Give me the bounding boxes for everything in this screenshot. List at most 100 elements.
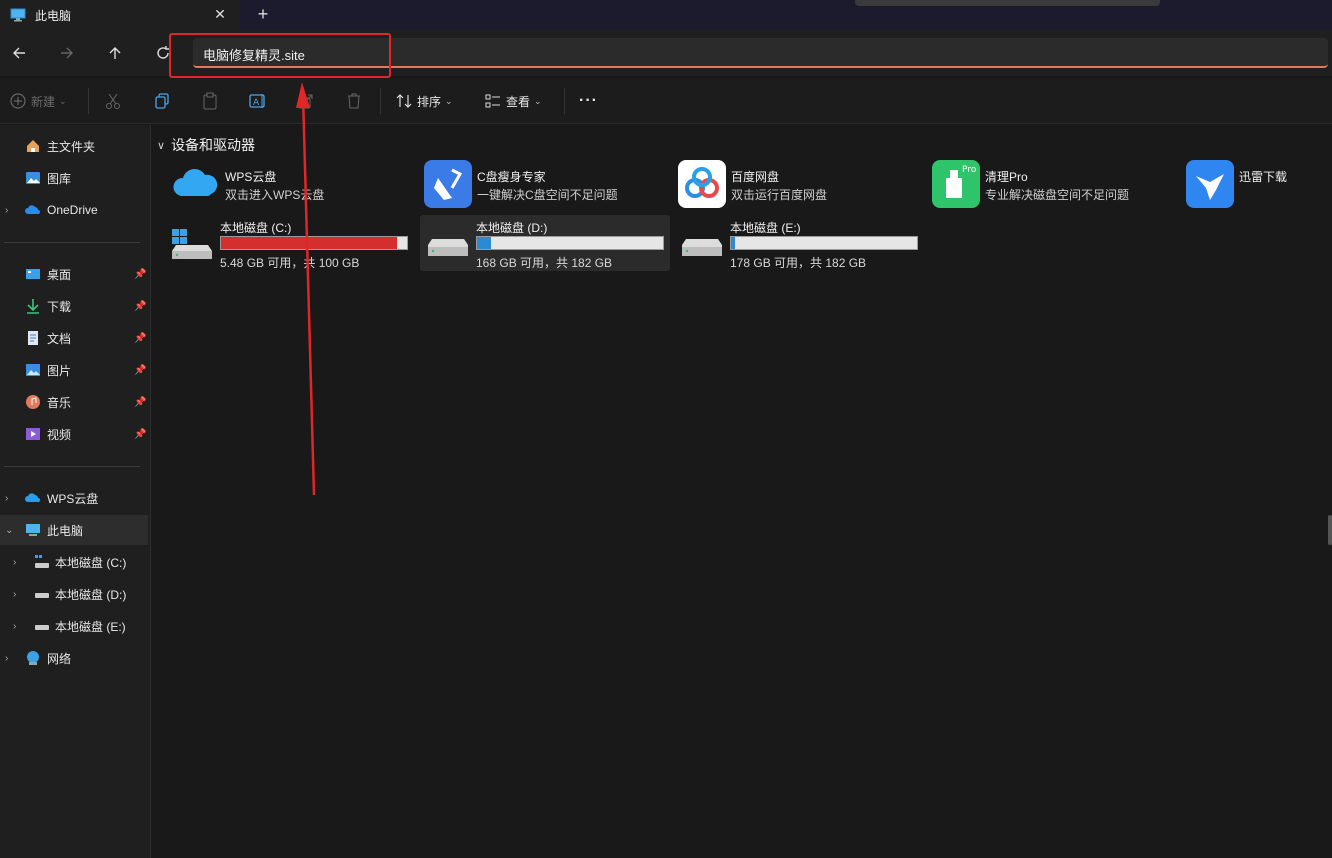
tab-title: 此电脑 xyxy=(35,8,72,23)
chevron-down-icon: ⌄ xyxy=(59,95,67,106)
sidebar-item-label: 下载 xyxy=(47,299,72,314)
wps-cloud-icon xyxy=(25,490,41,506)
sort-button[interactable]: 排序 ⌄ xyxy=(396,90,453,112)
forward-arrow-icon xyxy=(61,47,73,59)
drive-icon xyxy=(34,618,50,634)
title-bar: 此电脑 ✕ + xyxy=(0,0,1332,30)
drive-name: 本地磁盘 (D:) xyxy=(476,221,548,235)
sidebar-item-desktop[interactable]: 桌面 📌 xyxy=(0,259,148,289)
share-button[interactable] xyxy=(297,90,315,112)
pin-icon[interactable]: 📌 xyxy=(134,333,146,344)
sidebar-item-label: 网络 xyxy=(47,651,72,666)
back-button[interactable] xyxy=(6,40,32,66)
more-options-button[interactable]: ··· xyxy=(579,90,598,112)
trash-icon xyxy=(348,93,360,109)
toolbar-separator xyxy=(88,88,89,114)
sidebar-item-pictures[interactable]: 图片 📌 xyxy=(0,355,148,385)
drive-free-space: 5.48 GB 可用，共 100 GB xyxy=(220,256,360,270)
app-wps-cloud[interactable]: WPS云盘 双击进入WPS云盘 xyxy=(172,160,412,210)
document-icon xyxy=(25,330,41,346)
sidebar-item-label: 本地磁盘 (D:) xyxy=(55,587,127,602)
broom-icon xyxy=(424,160,472,208)
app-c-slim[interactable]: C盘瘦身专家 一键解决C盘空间不足问题 xyxy=(424,160,664,210)
app-name: 清理Pro xyxy=(985,170,1028,184)
new-tab-button[interactable]: + xyxy=(252,3,274,25)
drive-icon xyxy=(680,229,724,259)
rename-button[interactable]: A xyxy=(249,90,267,112)
app-name: C盘瘦身专家 xyxy=(477,170,546,184)
chevron-right-icon[interactable]: › xyxy=(5,653,8,664)
pin-icon[interactable]: 📌 xyxy=(134,301,146,312)
app-baidu-netdisk[interactable]: 百度网盘 双击运行百度网盘 xyxy=(678,160,918,210)
chevron-down-icon: ∨ xyxy=(157,139,166,152)
chevron-down-icon[interactable]: ⌄ xyxy=(5,525,13,536)
music-icon xyxy=(25,394,41,410)
new-button[interactable]: 新建 ⌄ xyxy=(10,90,67,112)
drive-c[interactable]: 本地磁盘 (C:) 5.48 GB 可用，共 100 GB xyxy=(164,215,414,271)
onedrive-cloud-icon xyxy=(25,202,41,218)
cut-button[interactable] xyxy=(104,90,122,112)
home-icon xyxy=(25,138,41,154)
drive-e[interactable]: 本地磁盘 (E:) 178 GB 可用，共 182 GB xyxy=(674,215,924,271)
sidebar-item-videos[interactable]: 视频 📌 xyxy=(0,419,148,449)
wps-cloud-icon xyxy=(172,160,220,208)
svg-text:Pro: Pro xyxy=(962,165,977,175)
paste-button[interactable] xyxy=(201,90,219,112)
chevron-right-icon[interactable]: › xyxy=(13,621,16,632)
drive-icon xyxy=(426,229,470,259)
content-pane: ∨ 设备和驱动器 WPS云盘 双击进入WPS云盘 C盘瘦身专家 一键解决C盘空间… xyxy=(152,125,1332,858)
sidebar-item-home[interactable]: 主文件夹 xyxy=(0,131,148,161)
navigation-pane: 主文件夹 图库 › OneDrive 桌面 📌 下载 📌 文档 📌 图片 📌 音… xyxy=(0,125,151,858)
sidebar-item-network[interactable]: › 网络 xyxy=(0,643,148,673)
chevron-down-icon: ⌄ xyxy=(445,95,453,106)
sidebar-item-onedrive[interactable]: › OneDrive xyxy=(0,195,148,225)
app-thunder[interactable]: 迅雷下载 xyxy=(1186,160,1332,210)
highlight-annotation-box xyxy=(169,33,391,78)
sidebar-item-this-pc[interactable]: ⌄ 此电脑 xyxy=(0,515,148,545)
close-tab-icon[interactable]: ✕ xyxy=(210,4,230,24)
pin-icon[interactable]: 📌 xyxy=(134,365,146,376)
baidu-netdisk-icon xyxy=(678,160,726,208)
chevron-right-icon[interactable]: › xyxy=(5,205,8,216)
sidebar-item-label: 音乐 xyxy=(47,395,72,410)
scrollbar-thumb[interactable] xyxy=(1328,515,1332,545)
view-label: 查看 xyxy=(506,94,531,109)
sidebar-item-gallery[interactable]: 图库 xyxy=(0,163,148,193)
overlay-bar xyxy=(855,0,1160,6)
chevron-right-icon[interactable]: › xyxy=(13,557,16,568)
section-header[interactable]: ∨ 设备和驱动器 xyxy=(157,135,255,155)
view-button[interactable]: 查看 ⌄ xyxy=(485,90,542,112)
sidebar-item-wps-cloud[interactable]: › WPS云盘 xyxy=(0,483,148,513)
chevron-right-icon[interactable]: › xyxy=(5,493,8,504)
pin-icon[interactable]: 📌 xyxy=(134,397,146,408)
back-arrow-icon xyxy=(13,47,25,59)
sidebar-item-drive-d[interactable]: › 本地磁盘 (D:) xyxy=(0,579,148,609)
sidebar-item-downloads[interactable]: 下载 📌 xyxy=(0,291,148,321)
drive-c-icon xyxy=(170,229,214,259)
computer-icon xyxy=(25,522,41,538)
toolbar-separator xyxy=(380,88,381,114)
copy-button[interactable] xyxy=(153,90,171,112)
desktop-icon xyxy=(25,266,41,282)
drive-d[interactable]: 本地磁盘 (D:) 168 GB 可用，共 182 GB xyxy=(420,215,670,271)
up-arrow-icon xyxy=(109,47,121,59)
sidebar-item-drive-e[interactable]: › 本地磁盘 (E:) xyxy=(0,611,148,641)
sidebar-item-drive-c[interactable]: › 本地磁盘 (C:) xyxy=(0,547,148,577)
pin-icon[interactable]: 📌 xyxy=(134,429,146,440)
delete-button[interactable] xyxy=(345,90,363,112)
video-icon xyxy=(25,426,41,442)
forward-button[interactable] xyxy=(54,40,80,66)
up-button[interactable] xyxy=(102,40,128,66)
computer-icon xyxy=(10,8,26,22)
pin-icon[interactable]: 📌 xyxy=(134,269,146,280)
drive-usage-fill xyxy=(731,237,736,249)
chevron-right-icon[interactable]: › xyxy=(13,589,16,600)
sidebar-item-documents[interactable]: 文档 📌 xyxy=(0,323,148,353)
app-cleaner-pro[interactable]: Pro 清理Pro 专业解决磁盘空间不足问题 xyxy=(932,160,1172,210)
thunder-icon xyxy=(1186,160,1234,208)
tab-this-pc[interactable]: 此电脑 ✕ xyxy=(0,0,240,30)
plus-circle-icon xyxy=(10,93,26,109)
sidebar-item-music[interactable]: 音乐 📌 xyxy=(0,387,148,417)
clipboard-icon xyxy=(203,92,217,110)
drive-free-space: 178 GB 可用，共 182 GB xyxy=(730,256,867,270)
